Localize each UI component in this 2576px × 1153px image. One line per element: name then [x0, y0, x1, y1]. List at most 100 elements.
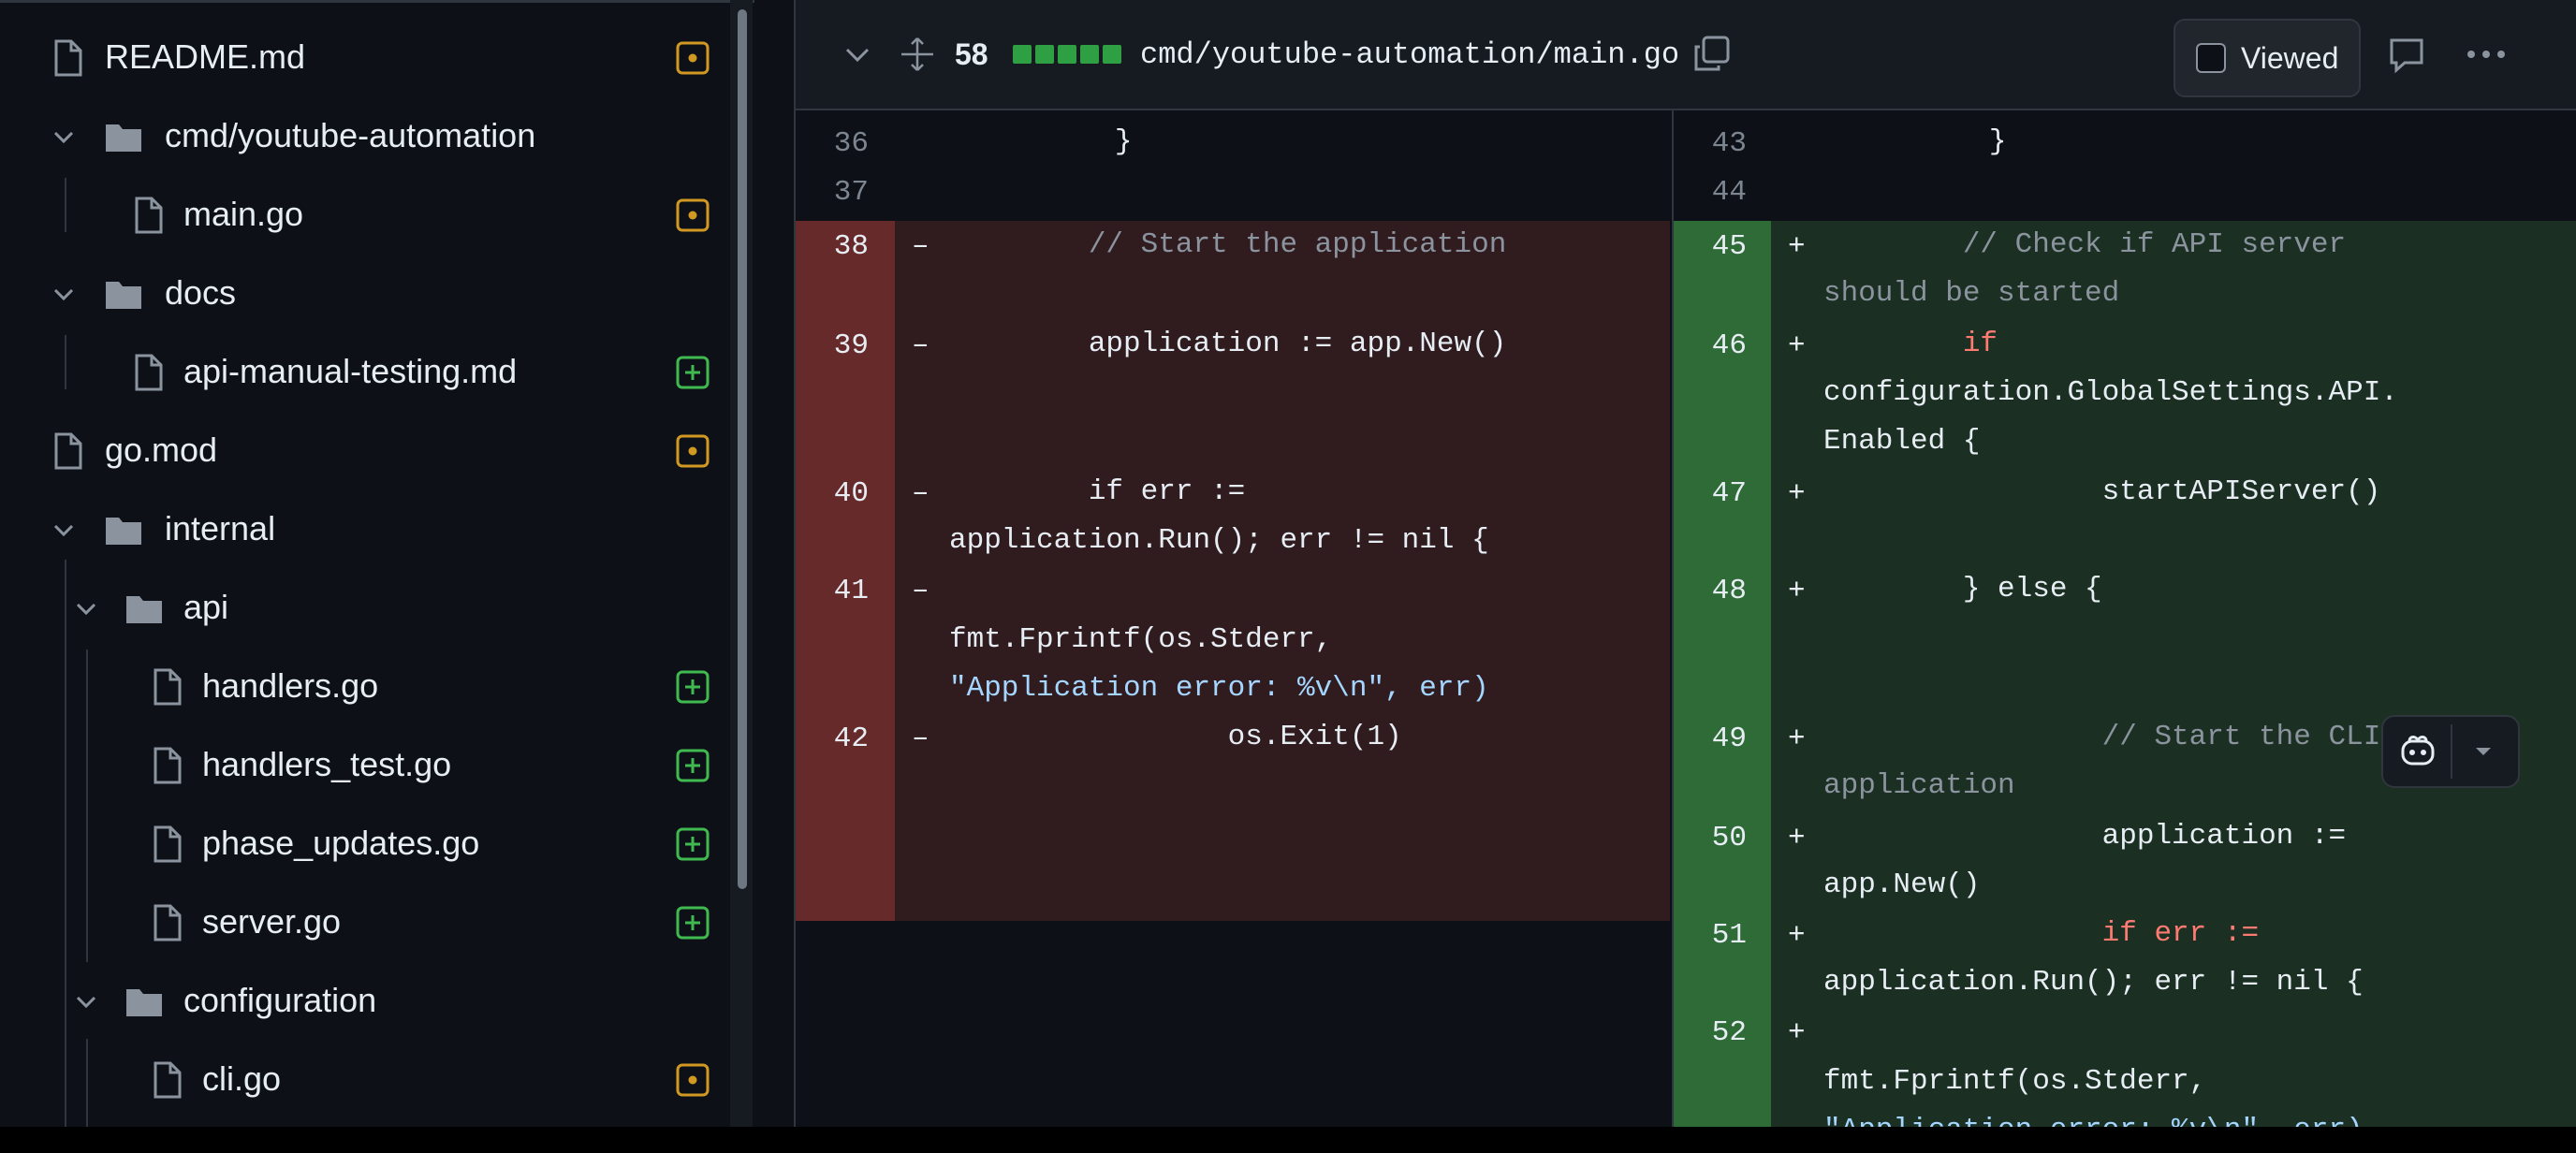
chevron-down-icon[interactable]: [69, 591, 103, 625]
diff-right-column: 43 } 44 45 + // Check if API server shou…: [1672, 110, 2576, 1127]
file-icon: [148, 666, 185, 708]
chevron-down-icon[interactable]: [47, 120, 80, 153]
file-icon: [148, 1059, 185, 1101]
addition-sign: +: [1788, 722, 1806, 755]
tree-item-api-manual-testing[interactable]: api-manual-testing.md: [0, 333, 730, 412]
addition-sign: +: [1788, 477, 1806, 510]
added-badge-icon: [676, 356, 710, 389]
tree-item-label: cmd/youtube-automation: [165, 116, 536, 154]
tree-item-label: docs: [165, 273, 237, 312]
code-line-wrap: app.New(): [1823, 868, 1981, 901]
tree-item-label: README.md: [105, 37, 306, 76]
tree-item-main-go[interactable]: main.go: [0, 176, 730, 255]
tree-item-label: api: [183, 588, 229, 626]
line-number[interactable]: 41: [796, 575, 869, 607]
tree-item-folder-docs[interactable]: docs: [0, 255, 730, 333]
deletion-sign: –: [912, 230, 929, 263]
tree-item-label: go.mod: [105, 431, 218, 469]
line-number[interactable]: 38: [796, 230, 869, 263]
line-number[interactable]: 42: [796, 722, 869, 755]
line-number[interactable]: 48: [1674, 575, 1747, 607]
panel-divider: [754, 0, 794, 1127]
line-number[interactable]: 43: [1674, 127, 1747, 160]
code-line-wrap: fmt.Fprintf(os.Stderr,: [949, 623, 1333, 656]
line-number[interactable]: 40: [796, 477, 869, 510]
folder-icon: [103, 116, 141, 157]
chevron-down-icon[interactable]: [841, 37, 874, 71]
file-icon: [129, 195, 167, 236]
tree-item-cli-go[interactable]: cli.go: [0, 1041, 730, 1119]
line-number[interactable]: 52: [1674, 1016, 1747, 1049]
file-path[interactable]: cmd/youtube-automation/main.go: [1140, 37, 1679, 72]
chevron-down-icon[interactable]: [69, 985, 103, 1018]
tree-item-handlers-go[interactable]: handlers.go: [0, 648, 730, 726]
file-icon: [148, 824, 185, 865]
added-badge-icon: [676, 749, 710, 782]
file-icon: [129, 352, 167, 393]
code-line: // Start the CLI: [1823, 721, 2381, 753]
folder-icon: [124, 981, 162, 1022]
kebab-icon[interactable]: [2464, 43, 2509, 66]
code-line: // Check if API server: [1823, 228, 2347, 261]
tree-item-label: handlers_test.go: [202, 745, 452, 783]
code-line-wrap: application.Run(); err != nil {: [949, 524, 1489, 557]
chevron-down-icon[interactable]: [47, 513, 80, 547]
line-number[interactable]: 39: [796, 329, 869, 362]
caret-down-icon[interactable]: [2469, 739, 2497, 772]
change-count: 58: [955, 37, 988, 71]
folder-icon: [103, 273, 141, 314]
tree-item-folder-cmd[interactable]: cmd/youtube-automation: [0, 97, 730, 176]
line-number[interactable]: 46: [1674, 329, 1747, 362]
tree-item-label: main.go: [183, 195, 304, 233]
file-icon: [148, 745, 185, 786]
tree-item-label: configuration: [183, 981, 377, 1019]
deletion-gutter: [796, 221, 895, 921]
tree-item-label: phase_updates.go: [202, 824, 480, 862]
tree-item-folder-api[interactable]: api: [0, 569, 730, 648]
viewed-checkbox-button[interactable]: Viewed: [2174, 19, 2361, 97]
diff-panel: 58 cmd/youtube-automation/main.go Viewed…: [794, 0, 2576, 1127]
tree-item-folder-internal[interactable]: internal: [0, 490, 730, 569]
code-line-wrap: "Application error: %v\n", err): [1823, 1106, 2364, 1127]
copy-icon[interactable]: [1690, 34, 1732, 75]
folder-icon: [124, 588, 162, 629]
tree-item-go-mod[interactable]: go.mod: [0, 412, 730, 490]
code-line: application := app.New(): [949, 328, 1507, 360]
addition-sign: +: [1788, 329, 1806, 362]
code-line: if err :=: [949, 475, 1246, 508]
folder-icon: [103, 509, 141, 550]
tree-item-handlers-test-go[interactable]: handlers_test.go: [0, 726, 730, 805]
file-icon: [49, 37, 86, 79]
line-number[interactable]: 50: [1674, 822, 1747, 854]
line-number[interactable]: 37: [796, 176, 869, 209]
comment-icon[interactable]: [2387, 36, 2426, 75]
copilot-menu[interactable]: [2381, 715, 2520, 788]
tree-item-phase-updates-go[interactable]: phase_updates.go: [0, 805, 730, 883]
copilot-icon[interactable]: [2398, 732, 2437, 781]
modified-badge-icon: [676, 434, 710, 468]
modified-badge-icon: [676, 198, 710, 232]
code-line: application :=: [1823, 820, 2347, 853]
diffstat-bar: [1013, 45, 1125, 64]
tree-item-folder-configuration[interactable]: configuration: [0, 962, 730, 1041]
chevron-down-icon[interactable]: [47, 277, 80, 311]
file-icon: [49, 431, 86, 472]
expand-icon[interactable]: [899, 36, 936, 73]
code-line: os.Exit(1): [949, 721, 1402, 753]
split-diff: 36 } 37 38 – // Start the application 39…: [796, 110, 2576, 1127]
tree-item-label: api-manual-testing.md: [183, 352, 518, 390]
tree-item-label: handlers.go: [202, 666, 379, 705]
tree-item-server-go[interactable]: server.go: [0, 883, 730, 962]
deletion-sign: –: [912, 329, 929, 362]
viewed-checkbox[interactable]: [2196, 43, 2226, 73]
line-number[interactable]: 47: [1674, 477, 1747, 510]
line-number[interactable]: 51: [1674, 919, 1747, 952]
line-number[interactable]: 45: [1674, 230, 1747, 263]
line-number[interactable]: 36: [796, 127, 869, 160]
modified-badge-icon: [676, 41, 710, 75]
modified-badge-icon: [676, 1063, 710, 1097]
sidebar-scrollbar-thumb[interactable]: [738, 9, 747, 889]
line-number[interactable]: 49: [1674, 722, 1747, 755]
line-number[interactable]: 44: [1674, 176, 1747, 209]
tree-item-readme[interactable]: README.md: [0, 19, 730, 97]
